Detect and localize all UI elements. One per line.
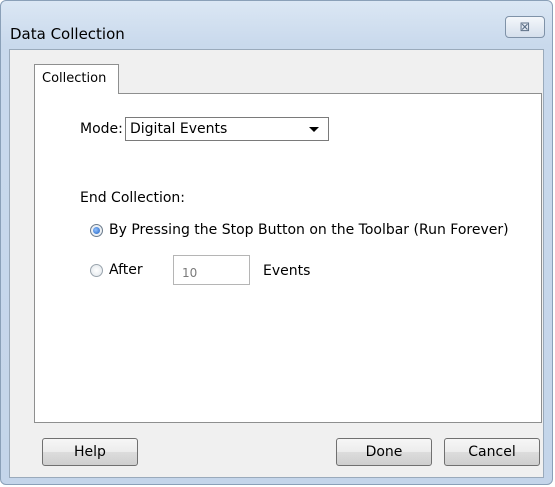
radio-run-forever-label: By Pressing the Stop Button on the Toolb… [109,222,509,238]
tab-collection[interactable]: Collection [34,64,119,94]
mode-dropdown[interactable]: Digital Events [125,117,329,141]
radio-run-forever[interactable]: By Pressing the Stop Button on the Toolb… [90,222,509,238]
done-button[interactable]: Done [336,438,432,466]
radio-button-icon[interactable] [90,263,103,277]
mode-label: Mode: [80,121,123,137]
event-count-input[interactable] [173,255,250,285]
collection-tab-panel [34,93,542,423]
radio-button-selected-icon[interactable] [90,223,103,237]
close-icon: ⊠ [519,19,531,35]
dropdown-arrow-icon [309,127,319,132]
radio-after[interactable]: After [90,262,143,278]
events-unit-label: Events [263,263,311,279]
window-title: Data Collection [10,25,125,43]
mode-dropdown-value: Digital Events [130,121,228,137]
close-button[interactable]: ⊠ [505,16,545,38]
help-button[interactable]: Help [42,438,138,466]
cancel-button[interactable]: Cancel [444,438,540,466]
end-collection-label: End Collection: [80,190,186,206]
title-bar[interactable]: Data Collection ⊠ [1,1,552,45]
radio-after-label: After [109,262,143,278]
